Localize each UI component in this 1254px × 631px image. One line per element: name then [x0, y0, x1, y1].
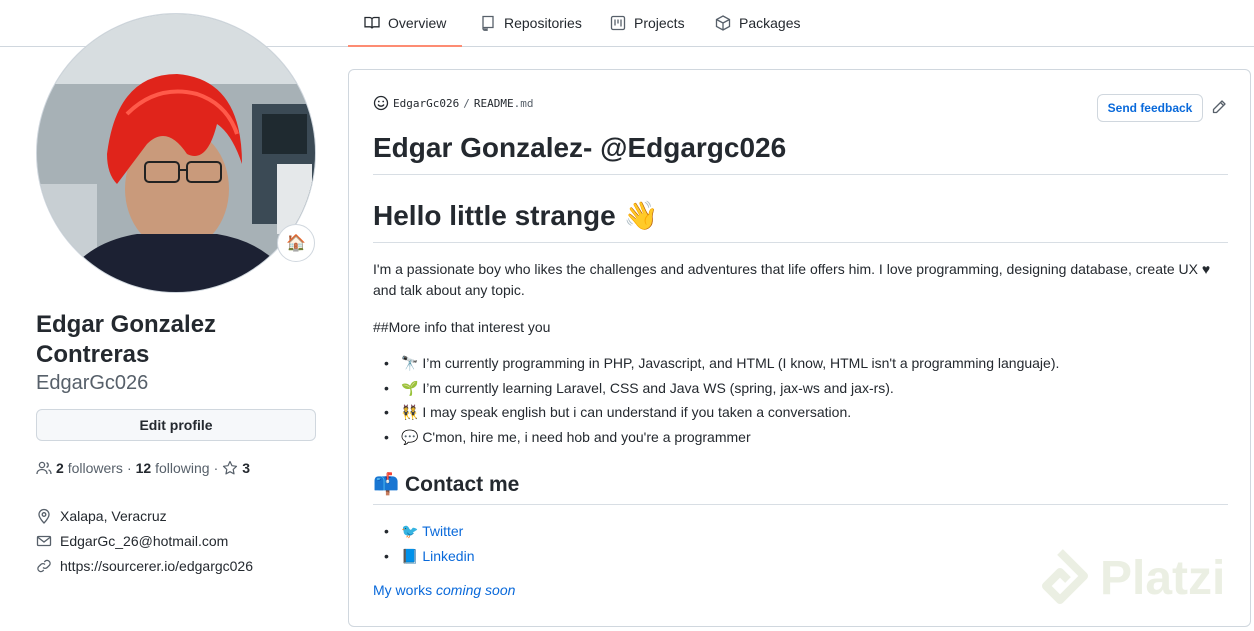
profile-location: Xalapa, Veracruz — [36, 508, 167, 524]
tab-repositories-label: Repositories — [504, 15, 582, 31]
readme-extension: .md — [513, 96, 534, 110]
readme-path: EdgarGc026 / README.md — [373, 95, 533, 111]
list-item: 👯 I may speak english but i can understa… — [373, 400, 1213, 425]
tab-overview[interactable]: Overview — [347, 0, 463, 47]
profile-email[interactable]: EdgarGc_26@hotmail.com — [36, 533, 228, 549]
contact-heading: 📫 Contact me — [373, 470, 1228, 505]
people-icon — [36, 461, 52, 475]
following-label: following — [155, 460, 210, 476]
readme-intro: I'm a passionate boy who likes the chall… — [373, 261, 1211, 298]
tab-projects-label: Projects — [634, 15, 685, 31]
followers-label: followers — [67, 460, 123, 476]
repo-icon — [482, 15, 494, 31]
twitter-link[interactable]: Twitter — [422, 523, 463, 539]
edit-profile-button[interactable]: Edit profile — [36, 409, 316, 441]
readme-card: EdgarGc026 / README.md Send feedback Edg… — [348, 69, 1251, 627]
list-item: 🌱 I’m currently learning Laravel, CSS an… — [373, 376, 1213, 401]
following-link[interactable]: 12 following — [136, 460, 210, 476]
list-item: 💬 C'mon, hire me, i need hob and you're … — [373, 425, 1213, 450]
pencil-icon[interactable] — [1211, 99, 1227, 115]
email-text: EdgarGc_26@hotmail.com — [60, 533, 229, 549]
readme-more-info: ##More info that interest you — [373, 319, 551, 335]
website-text: https://sourcerer.io/edgargc026 — [60, 558, 254, 574]
platzi-logo-icon — [1042, 549, 1088, 604]
project-icon — [610, 15, 626, 31]
location-text: Xalapa, Veracruz — [60, 508, 167, 524]
readme-bullet-list: 🔭 I’m currently programming in PHP, Java… — [373, 351, 1213, 449]
follow-stats: 2 followers · 12 following · 3 — [36, 460, 250, 476]
mail-icon — [36, 535, 52, 547]
separator-dot: · — [213, 460, 219, 476]
house-icon: 🏠 — [286, 235, 306, 252]
avatar[interactable] — [36, 13, 316, 293]
platzi-wordmark: Platzi — [1100, 551, 1226, 605]
readme-greeting: Hello little strange 👋 — [373, 198, 1228, 243]
tab-packages[interactable]: Packages — [715, 0, 800, 46]
link-icon — [37, 559, 51, 573]
readme-title: Edgar Gonzalez- @Edgargc026 — [373, 130, 1228, 175]
profile-fullname: Edgar Gonzalez Contreras — [36, 311, 217, 368]
stars-count: 3 — [242, 460, 251, 476]
tab-repositories[interactable]: Repositories — [480, 0, 582, 46]
readme-filename: README — [473, 96, 514, 110]
linkedin-link[interactable]: Linkedin — [422, 548, 474, 564]
avatar-photo — [37, 14, 315, 292]
book-icon — [364, 16, 380, 29]
following-count: 12 — [135, 460, 152, 476]
profile-username: EdgarGc026 — [36, 372, 149, 394]
works-text: My works — [373, 582, 433, 598]
contact-item-twitter: 🐦 Twitter — [373, 519, 1213, 544]
list-item: 🔭 I’m currently programming in PHP, Java… — [373, 351, 1213, 376]
package-icon — [715, 15, 731, 31]
followers-link[interactable]: 2 followers — [56, 460, 123, 476]
readme-path-user[interactable]: EdgarGc026 — [393, 97, 459, 110]
star-icon — [223, 460, 238, 475]
works-coming-soon: coming soon — [436, 582, 516, 598]
tab-projects[interactable]: Projects — [610, 0, 685, 46]
my-works-link[interactable]: My works coming soon — [373, 582, 515, 598]
readme-path-file: README.md — [474, 97, 534, 110]
send-feedback-button[interactable]: Send feedback — [1097, 94, 1203, 122]
tab-packages-label: Packages — [739, 15, 801, 31]
profile-website[interactable]: https://sourcerer.io/edgargc026 — [36, 558, 253, 574]
smiley-icon — [373, 95, 389, 111]
readme-path-separator: / — [463, 96, 470, 110]
tab-overview-label: Overview — [388, 15, 447, 31]
blue-book-icon: 📘 — [401, 547, 419, 564]
followers-count: 2 — [56, 460, 64, 476]
separator-dot: · — [126, 460, 132, 476]
bird-icon: 🐦 — [401, 523, 419, 539]
platzi-watermark: Platzi — [1030, 548, 1225, 608]
location-pin-icon — [38, 508, 50, 524]
stars-link[interactable]: 3 — [222, 460, 250, 476]
set-status-button[interactable]: 🏠 — [277, 224, 315, 262]
